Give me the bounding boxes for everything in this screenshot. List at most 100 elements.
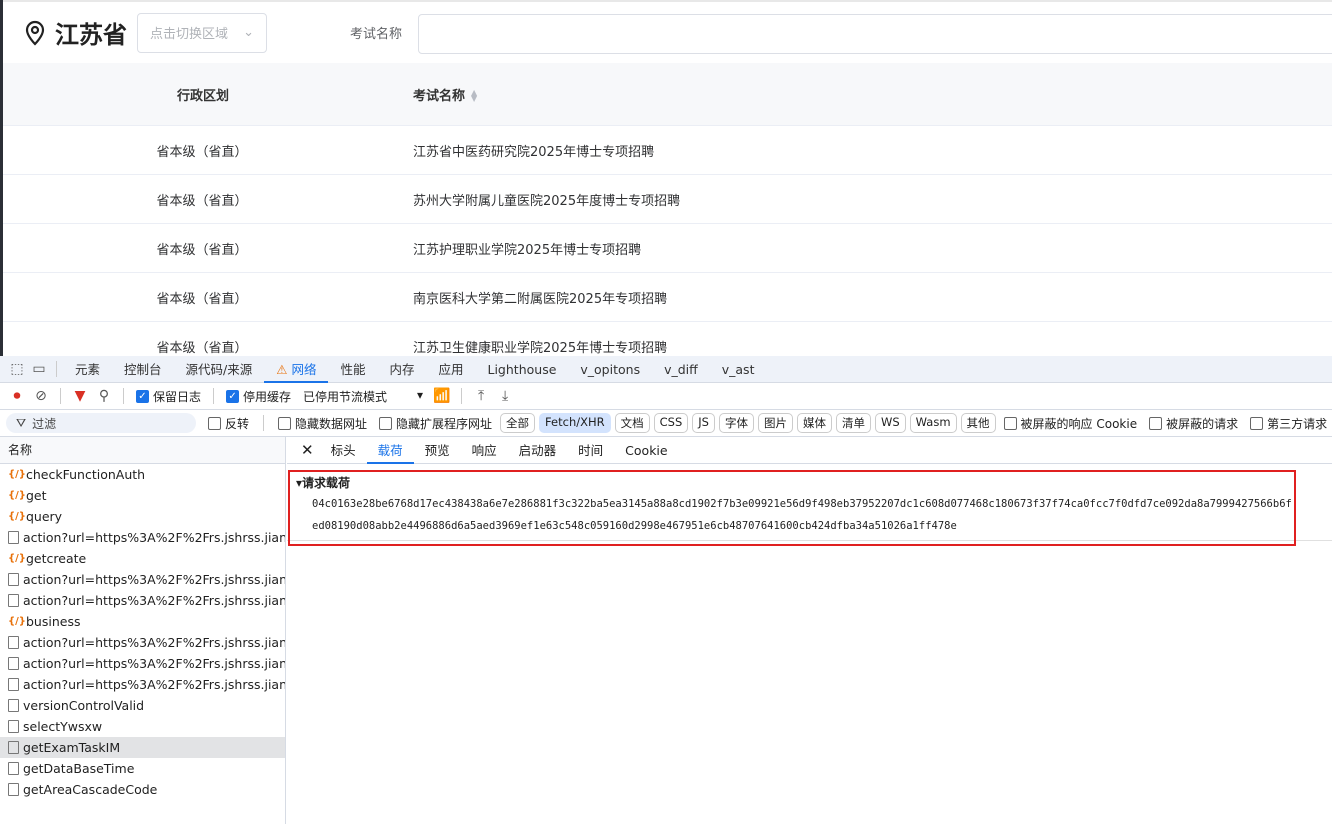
type-filter-chip[interactable]: 清单: [835, 413, 871, 433]
tab-label: 应用: [438, 361, 464, 377]
province-title: 江苏省: [55, 21, 127, 49]
detail-tab[interactable]: 载荷: [366, 437, 414, 464]
request-row[interactable]: {/} get: [0, 485, 285, 506]
tab-3[interactable]: ⚠ 网络: [264, 356, 329, 383]
tab-1[interactable]: 控制台: [112, 356, 174, 383]
type-filter-chip[interactable]: 图片: [757, 413, 793, 433]
type-filter-chip[interactable]: 全部: [500, 413, 536, 433]
request-row[interactable]: action?url=https%3A%2F%2Frs.jshrss.jiang…: [0, 569, 285, 590]
hide-extension-urls-checkbox[interactable]: 隐藏扩展程序网址: [379, 415, 492, 432]
region-select[interactable]: 点击切换区域 ⌄: [137, 12, 267, 53]
search-icon[interactable]: ⚲: [93, 385, 115, 407]
inspect-icon[interactable]: ⬚: [6, 358, 28, 380]
detail-tab[interactable]: 响应: [461, 437, 508, 464]
tab-8[interactable]: v_opitons: [568, 356, 652, 383]
type-filter-chip[interactable]: Fetch/XHR: [539, 413, 611, 433]
request-row[interactable]: action?url=https%3A%2F%2Frs.jshrss.jiang…: [0, 527, 285, 548]
request-row[interactable]: {/} business: [0, 611, 285, 632]
exam-name-input[interactable]: [418, 14, 1332, 54]
tab-2[interactable]: 源代码/来源: [174, 356, 265, 383]
tab-4[interactable]: 性能: [328, 356, 377, 383]
tab-6[interactable]: 应用: [426, 356, 475, 383]
third-party-checkbox[interactable]: 第三方请求: [1250, 415, 1327, 432]
sort-icon[interactable]: ▲ ▼: [471, 89, 477, 103]
document-icon: [8, 783, 19, 796]
disable-cache-checkbox[interactable]: ✓ 停用缓存: [226, 388, 291, 405]
request-row[interactable]: action?url=https%3A%2F%2Frs.jshrss.jiang…: [0, 590, 285, 611]
request-row[interactable]: {/} checkFunctionAuth: [0, 464, 285, 485]
table-row[interactable]: 省本级（省直） 南京医科大学第二附属医院2025年专项招聘: [3, 273, 1332, 322]
checkbox: [208, 416, 221, 430]
type-filter-chip[interactable]: Wasm: [909, 413, 957, 433]
request-row[interactable]: selectYwsxw: [0, 716, 285, 737]
type-filter-chip[interactable]: 文档: [614, 413, 650, 433]
document-icon: [8, 636, 19, 649]
hide-data-urls-checkbox[interactable]: 隐藏数据网址: [278, 415, 367, 432]
request-row[interactable]: action?url=https%3A%2F%2Frs.jshrss.jiang…: [0, 632, 285, 653]
exam-name-label: 考试名称: [350, 27, 403, 42]
invert-checkbox[interactable]: 反转: [208, 415, 249, 432]
tab-5[interactable]: 内存: [377, 356, 426, 383]
devtools: ⬚ ▭ 元素 控制台 源代码/来源 ⚠ 网络 性能 内存 应用 Lighthouse v_opi…: [0, 356, 1332, 824]
request-name: action?url=https%3A%2F%2Frs.jshrss.jiang…: [23, 530, 285, 545]
payload-title[interactable]: ▾请求载荷: [290, 472, 1294, 493]
network-conditions-icon[interactable]: 📶: [431, 385, 453, 407]
table-row[interactable]: 省本级（省直） 江苏省中医药研究院2025年博士专项招聘: [3, 126, 1332, 175]
request-row[interactable]: getDataBaseTime: [0, 758, 285, 779]
table-row[interactable]: 省本级（省直） 苏州大学附属儿童医院2025年度博士专项招聘: [3, 175, 1332, 224]
tab-9[interactable]: v_diff: [652, 356, 710, 383]
col-exam-name[interactable]: 考试名称 ▲ ▼: [403, 85, 477, 104]
type-filter-chip[interactable]: 媒体: [796, 413, 832, 433]
type-filter-chip[interactable]: CSS: [653, 413, 689, 433]
request-row[interactable]: getExamTaskIM: [0, 737, 285, 758]
request-row[interactable]: getAreaCascadeCode: [0, 779, 285, 800]
type-filter-chip[interactable]: 字体: [718, 413, 754, 433]
detail-tab[interactable]: 启动器: [508, 437, 568, 464]
web-page: 江苏省 点击切换区域 ⌄ 考试名称 行政区划 考试名称 ▲ ▼ 省本级（省直） 江苏省中…: [3, 0, 1332, 356]
request-name: getAreaCascadeCode: [23, 782, 158, 797]
record-stop-icon[interactable]: ⏺: [6, 385, 28, 407]
close-icon[interactable]: ✕: [295, 441, 320, 459]
import-har-icon[interactable]: ⤒: [470, 385, 492, 407]
request-name: versionControlValid: [23, 698, 145, 713]
col-exam-name-label: 考试名称: [413, 88, 466, 104]
checkbox: [1149, 416, 1163, 430]
detail-tab[interactable]: 预览: [414, 437, 461, 464]
detail-tab[interactable]: Cookie: [614, 437, 678, 464]
detail-tab[interactable]: 时间: [567, 437, 614, 464]
name-column-header[interactable]: 名称: [0, 437, 285, 464]
request-row[interactable]: {/} getcreate: [0, 548, 285, 569]
request-row[interactable]: versionControlValid: [0, 695, 285, 716]
tab-10[interactable]: v_ast: [710, 356, 767, 383]
devtools-tabbar: ⬚ ▭ 元素 控制台 源代码/来源 ⚠ 网络 性能 内存 应用 Lighthouse v_opi…: [0, 356, 1332, 383]
type-filter-chip[interactable]: 其他: [960, 413, 996, 433]
type-filter-chip[interactable]: JS: [692, 413, 715, 433]
blocked-cookies-checkbox[interactable]: 被屏蔽的响应 Cookie: [1003, 415, 1138, 432]
tab-0[interactable]: 元素: [63, 356, 112, 383]
table-row[interactable]: 省本级（省直） 江苏卫生健康职业学院2025年博士专项招聘: [3, 322, 1332, 356]
type-filter-chip[interactable]: WS: [874, 413, 906, 433]
cell-exam-name: 苏州大学附属儿童医院2025年度博士专项招聘: [413, 193, 681, 209]
request-name: action?url=https%3A%2F%2Frs.jshrss.jiang…: [23, 635, 285, 650]
blocked-cookies-label: 被屏蔽的响应 Cookie: [1020, 416, 1138, 431]
hide-data-label: 隐藏数据网址: [295, 416, 368, 431]
document-icon: [8, 531, 19, 544]
location-pin-icon: [25, 20, 45, 46]
request-row[interactable]: action?url=https%3A%2F%2Frs.jshrss.jiang…: [0, 653, 285, 674]
request-row[interactable]: action?url=https%3A%2F%2Frs.jshrss.jiang…: [0, 674, 285, 695]
filter-icon[interactable]: ▼: [69, 385, 91, 407]
export-har-icon[interactable]: ⤓: [494, 385, 516, 407]
detail-tab[interactable]: 标头: [320, 437, 367, 464]
request-row[interactable]: {/} query: [0, 506, 285, 527]
filter-input[interactable]: ⛛ 过滤: [6, 413, 196, 433]
payload-line: ed08190d08abb2e4496886d6a5aed3969ef1e63c…: [312, 520, 957, 532]
blocked-requests-checkbox[interactable]: 被屏蔽的请求: [1149, 415, 1238, 432]
page-header: 江苏省 点击切换区域 ⌄ 考试名称: [3, 2, 1332, 63]
table-row[interactable]: 省本级（省直） 江苏护理职业学院2025年博士专项招聘: [3, 224, 1332, 273]
preserve-log-checkbox[interactable]: ✓ 保留日志: [136, 388, 201, 405]
device-toolbar-icon[interactable]: ▭: [28, 358, 50, 380]
clear-icon[interactable]: ⊘: [30, 385, 52, 407]
filter-placeholder: 过滤: [32, 416, 57, 431]
tab-7[interactable]: Lighthouse: [476, 356, 569, 383]
throttle-select[interactable]: 已停用节流模式 ▾: [303, 388, 423, 405]
